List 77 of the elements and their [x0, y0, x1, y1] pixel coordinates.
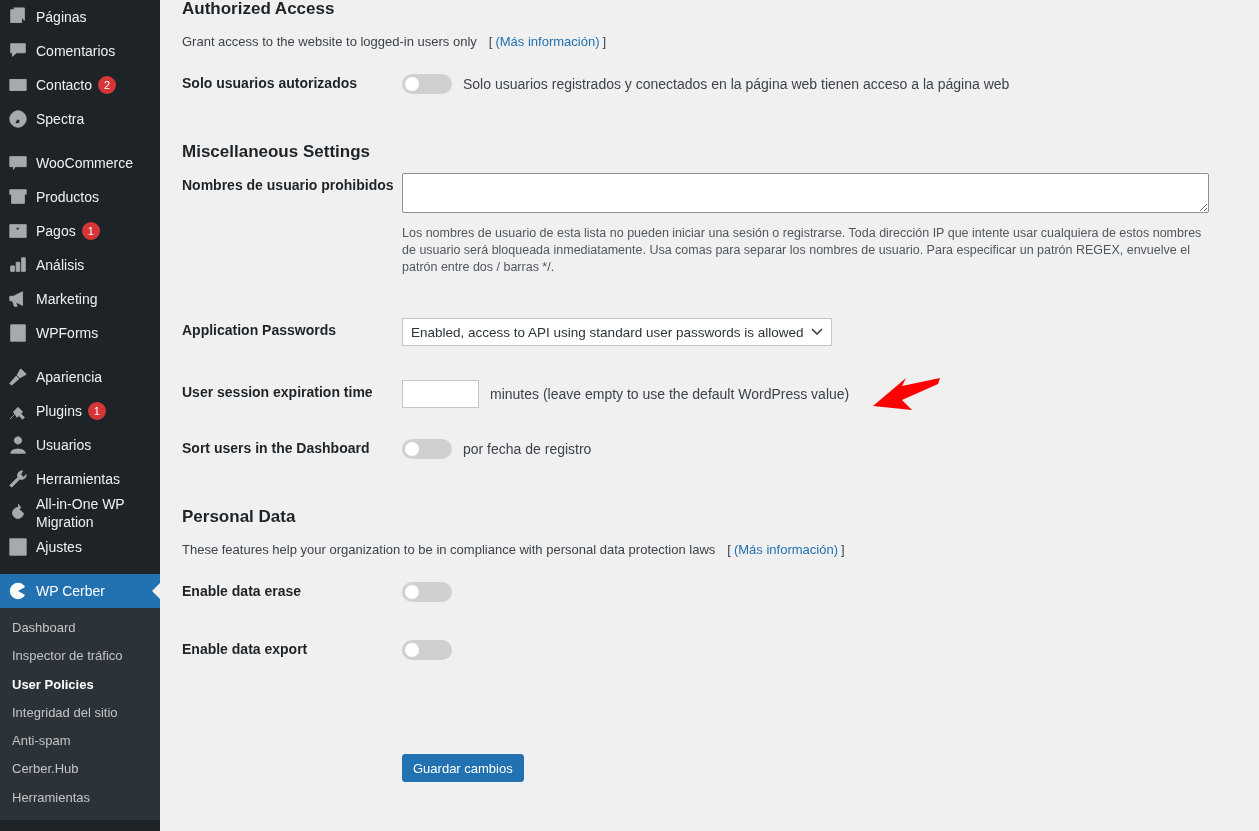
toggle-switch[interactable] — [402, 582, 452, 602]
select-dropdown[interactable]: Enabled, access to API using standard user passwords is allowed — [402, 318, 833, 346]
more-info-link[interactable]: (Más información) — [733, 542, 838, 557]
submenu-item[interactable]: Anti-spam — [0, 727, 160, 756]
menu-label: Páginas — [36, 8, 87, 26]
input-field[interactable] — [402, 380, 479, 408]
sidebar-item[interactable]: Comentarios — [0, 34, 160, 68]
bracket: ] — [840, 542, 845, 557]
bracket: [ — [727, 542, 731, 557]
bracket: ] — [602, 34, 607, 49]
sidebar-item[interactable]: Plugins 1 — [0, 394, 160, 428]
toggle-switch[interactable] — [402, 640, 452, 660]
submenu-item[interactable]: Inspector de tráfico — [0, 642, 160, 671]
menu-label: Plugins — [36, 402, 82, 420]
setting-label: Sort users in the Dashboard — [182, 439, 371, 458]
menu-label: WooCommerce — [36, 154, 133, 172]
sidebar-item[interactable]: WooCommerce — [0, 146, 160, 180]
annotation-arrow-icon — [872, 376, 942, 410]
menu-label: Comentarios — [36, 42, 116, 60]
sidebar-item[interactable]: Herramientas — [0, 462, 160, 496]
more-info-link[interactable]: (Más información) — [495, 34, 600, 49]
setting-label: Solo usuarios autorizados — [182, 74, 359, 93]
count-badge: 1 — [87, 402, 106, 420]
setting-label: Enable data erase — [182, 582, 303, 601]
count-badge: 2 — [98, 76, 117, 94]
menu-label: Spectra — [36, 110, 85, 128]
setting-label: Enable data export — [182, 640, 309, 659]
menu-label: Marketing — [36, 290, 98, 308]
sidebar-item[interactable]: Productos — [0, 180, 160, 214]
count-badge: 1 — [81, 222, 100, 240]
chevron-down-icon — [811, 328, 824, 336]
menu-label: Análisis — [36, 256, 85, 274]
sidebar-item[interactable]: Spectra — [0, 102, 160, 136]
save-button[interactable]: Guardar cambios — [402, 754, 524, 782]
menu-label: All-in-One WP Migration — [36, 495, 126, 531]
menu-label: Pagos — [36, 222, 76, 240]
text-area[interactable] — [402, 173, 1209, 213]
section-title: Authorized Access — [182, 0, 336, 18]
menu-label: Contacto — [36, 76, 93, 94]
active-menu-item[interactable]: WP Cerber — [0, 574, 160, 608]
menu-label: Usuarios — [36, 436, 92, 454]
bracket: [ — [488, 34, 493, 49]
menu-label: WPForms — [36, 324, 99, 342]
sidebar-item[interactable]: WPForms — [0, 316, 160, 350]
section-title: Miscellaneous Settings — [182, 143, 371, 161]
sidebar-item[interactable]: All-in-One WP Migration — [0, 496, 160, 530]
sidebar-item[interactable]: Páginas — [0, 0, 160, 34]
toggle-description: por fecha de registro — [463, 441, 592, 457]
submenu-item[interactable]: Dashboard — [0, 614, 160, 643]
sidebar-item[interactable]: Ajustes — [0, 530, 160, 564]
submenu-item[interactable]: User Policies — [0, 670, 160, 699]
toggle-switch[interactable] — [402, 439, 452, 459]
submenu-item[interactable]: Herramientas — [0, 783, 160, 813]
sidebar-item[interactable]: Apariencia — [0, 360, 160, 394]
setting-label: Application Passwords — [182, 321, 338, 340]
help-text: Los nombres de usuario de esta lista no pueden iniciar una sesión o registrarse. Toda dirección IP que intente usar cualquiera de estos nombres de usuario será bloqueada inmediatamente. Usa comas para separar los nombres de usuario. Para especificar un patrón REGEX, envuelve el patrón entre dos / barras */. — [402, 225, 1203, 276]
sidebar-item[interactable]: Usuarios — [0, 428, 160, 462]
menu-label: Ajustes — [36, 538, 82, 556]
submenu-item[interactable]: Cerber.Hub — [0, 755, 160, 784]
menu-label: Apariencia — [36, 368, 103, 386]
sidebar-item[interactable]: Análisis — [0, 248, 160, 282]
submenu-item[interactable]: Integridad del sitio — [0, 698, 160, 728]
field-description: minutes (leave empty to use the default WordPress value) — [490, 386, 850, 402]
section-description: Grant access to the website to logged-in users only — [182, 34, 477, 49]
menu-label: Productos — [36, 188, 100, 206]
sidebar-item[interactable]: Pagos 1 — [0, 214, 160, 248]
toggle-description: Solo usuarios registrados y conectados en la página web tienen acceso a la página web — [463, 76, 1010, 92]
setting-label: User session expiration time — [182, 383, 374, 402]
menu-label: WP Cerber — [36, 582, 105, 600]
section-title: Personal Data — [182, 508, 297, 526]
toggle-switch[interactable] — [402, 74, 452, 94]
setting-label: Nombres de usuario prohibidos — [182, 176, 395, 195]
sidebar-item[interactable]: Contacto 2 — [0, 68, 160, 102]
sidebar-item[interactable]: Marketing — [0, 282, 160, 316]
section-description: These features help your organization to be in compliance with personal data protection laws — [182, 542, 716, 557]
menu-label: Herramientas — [36, 470, 121, 488]
pointer-icon — [152, 583, 160, 599]
